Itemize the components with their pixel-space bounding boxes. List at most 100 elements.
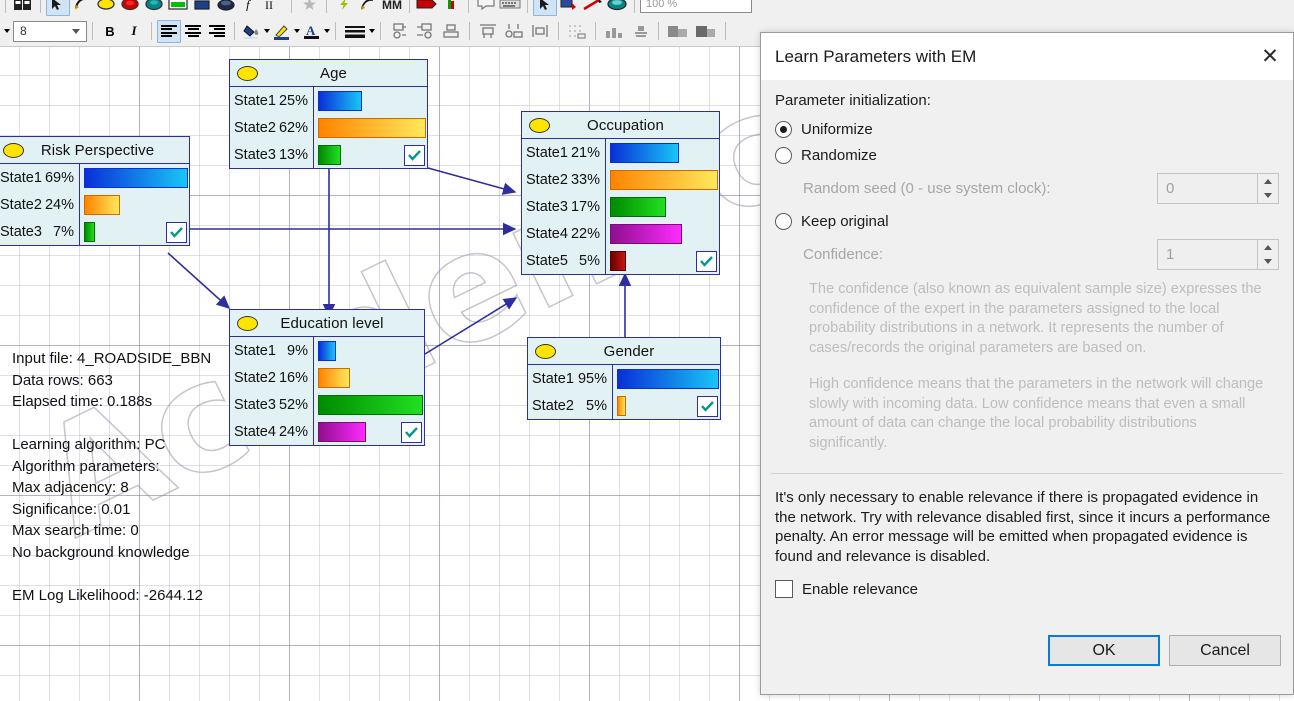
state-row[interactable]: State3 52% [230,391,424,418]
align-left-icon[interactable] [157,19,181,43]
radio-keep-original-icon[interactable] [775,213,792,230]
radio-uniformize-icon[interactable] [775,121,792,138]
fill-color-icon[interactable] [240,20,264,43]
align-objects-center-icon[interactable] [438,20,464,43]
blue-node-icon[interactable] [190,0,214,16]
clone-icon[interactable] [557,0,581,16]
state-row[interactable]: State4 22% [522,220,719,247]
spin-up-icon[interactable] [1258,174,1278,189]
node-age[interactable]: Age State1 25% State2 62% State3 13% [229,59,428,169]
ellipse-icon[interactable] [605,0,629,16]
dark-node-icon[interactable] [214,0,238,16]
distribute-horizontal-icon[interactable] [527,20,553,43]
line-style-icon[interactable] [341,20,369,43]
font-size-combo[interactable]: 8 [13,20,87,42]
state-row[interactable]: State2 62% [230,114,427,141]
learn-parameters-dialog[interactable]: Learn Parameters with EM ✕ Parameter ini… [760,32,1294,695]
state-row[interactable]: State3 7% [0,218,189,245]
chevron-down-icon[interactable] [369,29,375,33]
node-header-education-level[interactable]: Education level [230,310,424,337]
state-row[interactable]: State1 95% [528,365,720,392]
bold-button[interactable]: B [98,20,122,43]
italic-button[interactable]: I [122,20,146,43]
grid-snap-icon[interactable] [564,20,590,43]
state-row[interactable]: State2 5% [528,392,720,419]
teal-node-icon[interactable] [142,0,166,16]
node-evidence-checkbox[interactable] [166,222,187,243]
align-center-icon[interactable] [181,20,205,43]
ok-button[interactable]: OK [1048,635,1160,666]
chevron-down-icon[interactable] [324,29,330,33]
state-row[interactable]: State4 24% [230,418,424,445]
chart-icon[interactable] [601,20,629,43]
bar-measure-icon[interactable] [439,0,463,16]
green-bar-node-icon[interactable] [166,0,190,16]
red-node-icon[interactable] [118,0,142,16]
node-gender[interactable]: Gender State1 95% State2 5% [527,337,721,420]
star-icon[interactable] [297,0,321,16]
spin-up-icon[interactable] [1258,240,1278,255]
state-row[interactable]: State2 16% [230,364,424,391]
align-objects-top-icon[interactable] [475,20,501,43]
state-row[interactable]: State2 33% [522,166,719,193]
state-row[interactable]: State3 17% [522,193,719,220]
pen-icon[interactable] [581,0,605,16]
node-evidence-checkbox[interactable] [401,422,422,443]
enable-relevance-checkbox[interactable]: Enable relevance [775,580,1293,598]
keyboard-icon[interactable] [498,0,522,16]
window-icon[interactable] [11,0,35,16]
stamp-icon[interactable] [629,20,653,43]
chevron-down-icon[interactable] [72,28,80,34]
close-icon[interactable]: ✕ [1247,34,1293,80]
state-row[interactable]: State3 13% [230,141,427,168]
node-evidence-checkbox[interactable] [404,145,425,166]
state-row[interactable]: State5 5% [522,247,719,274]
arc-tool-icon[interactable] [70,0,94,16]
highlight-color-icon[interactable] [270,20,294,43]
flag-icon[interactable] [415,0,439,16]
multi-node-icon[interactable]: MM [380,0,404,16]
function-node-icon[interactable]: f [238,0,262,16]
node-evidence-checkbox[interactable] [697,396,718,417]
state-row[interactable]: State1 9% [230,337,424,364]
align-objects-right-icon[interactable] [412,20,438,43]
radio-randomize[interactable]: Randomize [775,147,1279,164]
lightning-icon[interactable] [332,0,356,16]
comment-icon[interactable] [474,0,498,16]
node-risk-perspective[interactable]: Risk Perspective State1 69% State2 24% State3… [0,136,190,246]
paste-format-icon[interactable] [692,20,720,43]
align-right-icon[interactable] [205,20,229,43]
zoom-combo[interactable]: 100 % [640,0,752,13]
node-evidence-checkbox[interactable] [696,251,717,272]
pointer-select-icon[interactable] [46,0,70,16]
font-color-icon[interactable]: A [300,20,324,43]
state-row[interactable]: State1 69% [0,164,189,191]
node-header-risk-perspective[interactable]: Risk Perspective [0,137,189,164]
state-row[interactable]: State2 24% [0,191,189,218]
state-row[interactable]: State1 21% [522,139,719,166]
cancel-button[interactable]: Cancel [1169,635,1281,666]
cursor-icon[interactable] [533,0,557,16]
node-header-occupation[interactable]: Occupation [522,112,719,139]
confidence-stepper[interactable]: 1 [1157,239,1279,270]
checkbox-icon[interactable] [775,580,793,598]
yellow-node-icon[interactable] [94,0,118,16]
radio-keep-original[interactable]: Keep original [775,213,1279,230]
confidence-spin-buttons[interactable] [1257,240,1278,269]
random-seed-spin-buttons[interactable] [1257,174,1278,203]
arrow-link-icon[interactable] [356,0,380,16]
radio-randomize-icon[interactable] [775,147,792,164]
copy-format-icon[interactable] [664,20,692,43]
state-row[interactable]: State1 25% [230,87,427,114]
node-header-gender[interactable]: Gender [528,338,720,365]
node-header-age[interactable]: Age [230,60,427,87]
node-occupation[interactable]: Occupation State1 21% State2 33% State3 17% Sta… [521,111,720,275]
random-seed-stepper[interactable]: 0 [1157,173,1279,204]
distribute-vertical-icon[interactable] [501,20,527,43]
radio-uniformize[interactable]: Uniformize [775,121,1279,138]
text-tool-icon[interactable]: II [262,0,286,16]
chevron-down-icon[interactable] [4,29,10,33]
spin-down-icon[interactable] [1258,255,1278,270]
align-objects-left-icon[interactable] [386,20,412,43]
spin-down-icon[interactable] [1258,189,1278,204]
